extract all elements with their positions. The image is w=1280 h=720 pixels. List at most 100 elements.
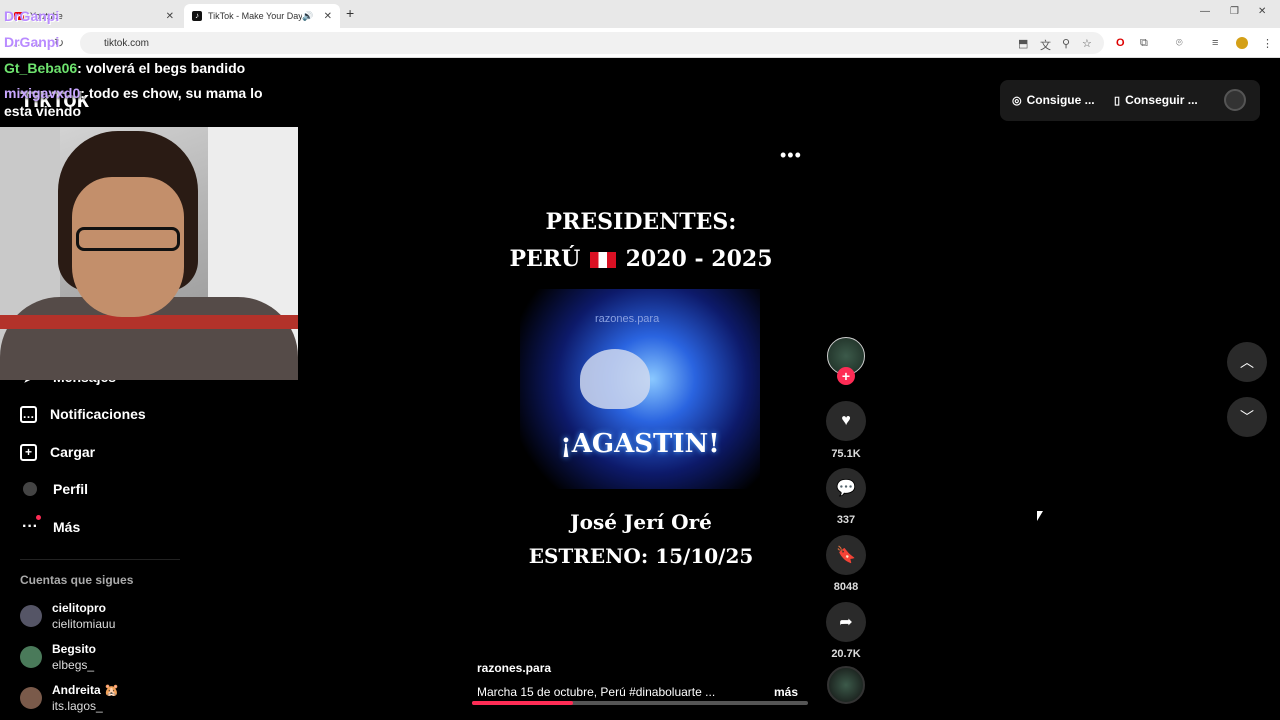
inbox-icon: … bbox=[20, 405, 37, 423]
speaker-icon[interactable]: 🔊 bbox=[302, 11, 313, 22]
video-player[interactable]: ••• PRESIDENTES: PERÚ 2020 - 2025 razone… bbox=[472, 145, 810, 705]
sidebar-item-cargar[interactable]: + Cargar bbox=[20, 440, 95, 464]
sidebar-item-label: Perfil bbox=[53, 481, 89, 497]
extensions-puzzle-icon[interactable]: ⧉ bbox=[1140, 37, 1148, 50]
tiktok-page: TikTok ➤ Mensajes … Notificaciones + Car… bbox=[0, 59, 1280, 720]
following-section-title: Cuentas que sigues bbox=[20, 573, 134, 587]
person-glasses bbox=[76, 227, 180, 251]
stream-overlay-name: DrGanpi bbox=[4, 8, 60, 24]
video-text: 2020 - 2025 bbox=[625, 246, 773, 272]
screenshot-icon[interactable]: ⌾ bbox=[1176, 37, 1183, 50]
more-dots-icon: ··· bbox=[20, 515, 41, 537]
sidebar-item-notificaciones[interactable]: … Notificaciones bbox=[20, 402, 146, 426]
avatar bbox=[20, 605, 42, 627]
like-button[interactable]: ♥ bbox=[826, 401, 866, 441]
kebab-menu-icon[interactable]: ⋮ bbox=[1262, 37, 1273, 50]
get-app-button[interactable]: ▯ Conseguir ... bbox=[1114, 93, 1198, 107]
avatar-icon bbox=[20, 479, 40, 499]
peru-flag-icon bbox=[589, 252, 616, 268]
character-figure bbox=[580, 349, 650, 409]
account-handle: its.lagos_ bbox=[52, 699, 103, 713]
caption-more-link[interactable]: más bbox=[774, 685, 798, 699]
media-controls-icon[interactable]: ≡ bbox=[1212, 37, 1218, 49]
mouse-cursor-icon bbox=[1037, 511, 1043, 521]
video-title-line3: José Jerí Oré bbox=[570, 510, 712, 534]
following-account[interactable]: Begsito elbegs_ bbox=[20, 641, 96, 673]
following-account[interactable]: Andreita 🐹 its.lagos_ bbox=[20, 682, 119, 714]
comment-button[interactable]: 💬 bbox=[826, 468, 866, 508]
webcam-feed bbox=[0, 127, 298, 380]
follow-plus-icon[interactable]: + bbox=[837, 367, 855, 385]
url-field[interactable]: tiktok.com bbox=[80, 32, 1104, 54]
save-count: 8048 bbox=[833, 581, 859, 593]
previous-video-button[interactable]: ︿ bbox=[1227, 342, 1267, 382]
share-count: 20.7K bbox=[831, 648, 861, 660]
video-progress-bar[interactable] bbox=[472, 701, 808, 705]
restore-icon[interactable]: ❐ bbox=[1230, 6, 1239, 17]
chat-message: Gt_Beba06: volverá el begs bandido bbox=[4, 59, 294, 77]
video-watermark: razones.para bbox=[595, 313, 660, 325]
account-handle: elbegs_ bbox=[52, 658, 95, 672]
tab-tiktok[interactable]: ♪ TikTok - Make Your Day 🔊 ✕ bbox=[184, 4, 340, 28]
get-coins-button[interactable]: ◎ Consigue ... bbox=[1012, 93, 1095, 107]
heart-icon: ♥ bbox=[841, 412, 851, 429]
video-title-line2: PERÚ 2020 - 2025 bbox=[472, 246, 810, 272]
profile-avatar[interactable] bbox=[1224, 89, 1246, 111]
more-options-icon[interactable]: ••• bbox=[780, 145, 802, 166]
sidebar-item-mas[interactable]: ··· Más bbox=[20, 515, 80, 539]
account-name: Andreita 🐹 bbox=[52, 683, 119, 697]
video-caption: Marcha 15 de octubre, Perú #dinaboluarte… bbox=[477, 685, 716, 699]
save-button[interactable]: 🔖 bbox=[826, 535, 866, 575]
chevron-up-icon: ︿ bbox=[1240, 354, 1254, 370]
video-image: razones.para ¡AGASTIN! bbox=[520, 289, 760, 489]
video-author[interactable]: razones.para bbox=[477, 661, 551, 675]
sidebar-item-label: Cargar bbox=[50, 444, 96, 460]
chat-username: Gt_Beba06 bbox=[4, 60, 78, 76]
zoom-icon[interactable]: ⚲ bbox=[1062, 37, 1070, 50]
chat-text: : volverá el begs bandido bbox=[77, 60, 246, 76]
video-image-text: ¡AGASTIN! bbox=[560, 429, 720, 459]
tiktok-favicon-icon: ♪ bbox=[192, 11, 202, 21]
minimize-icon[interactable]: — bbox=[1200, 6, 1210, 17]
like-count: 75.1K bbox=[831, 448, 861, 460]
plus-box-icon: + bbox=[20, 443, 37, 461]
button-label: Conseguir ... bbox=[1125, 93, 1198, 107]
share-arrow-icon: ➦ bbox=[839, 614, 853, 631]
following-account[interactable]: cielitopro cielitomiauu bbox=[20, 600, 115, 632]
avatar bbox=[20, 687, 42, 709]
sweater-stripe bbox=[0, 315, 298, 329]
account-name: Begsito bbox=[52, 642, 97, 656]
video-text: PERÚ bbox=[509, 246, 581, 272]
tab-title: TikTok - Make Your Day bbox=[208, 11, 303, 21]
close-icon[interactable]: ✕ bbox=[166, 11, 174, 22]
comment-count: 337 bbox=[836, 514, 856, 526]
music-disc-icon[interactable] bbox=[827, 666, 865, 704]
video-title-line4: ESTRENO: 15/10/25 bbox=[528, 544, 754, 568]
top-right-actions: ◎ Consigue ... ▯ Conseguir ... bbox=[1000, 80, 1260, 121]
chat-message: mixigavxd0: todo es chow, su mama lo est… bbox=[4, 84, 294, 120]
stream-overlay-name: DrGanpi bbox=[4, 34, 60, 50]
share-button[interactable]: ➦ bbox=[826, 602, 866, 642]
opera-extension-icon[interactable]: O bbox=[1116, 37, 1125, 49]
install-app-icon[interactable]: ⬒ bbox=[1018, 37, 1028, 50]
avatar bbox=[20, 646, 42, 668]
button-label: Consigue ... bbox=[1026, 93, 1095, 107]
sidebar-item-perfil[interactable]: Perfil bbox=[20, 477, 88, 501]
sidebar-item-label: Más bbox=[53, 519, 81, 535]
video-progress-fill bbox=[472, 701, 573, 705]
close-icon[interactable]: ✕ bbox=[324, 11, 332, 22]
phone-icon: ▯ bbox=[1114, 94, 1121, 107]
coin-icon: ◎ bbox=[1012, 94, 1022, 107]
profile-avatar-icon[interactable] bbox=[1236, 37, 1248, 49]
sidebar-divider bbox=[20, 559, 180, 560]
new-tab-button[interactable]: + bbox=[346, 5, 354, 21]
account-handle: cielitomiauu bbox=[52, 617, 116, 631]
sidebar-item-label: Notificaciones bbox=[50, 406, 146, 422]
translate-icon[interactable]: 文 bbox=[1040, 37, 1051, 53]
window-close-icon[interactable]: ✕ bbox=[1258, 6, 1266, 17]
url-text: tiktok.com bbox=[104, 37, 150, 49]
chat-username: mixigavxd0 bbox=[4, 85, 81, 101]
next-video-button[interactable]: ﹀ bbox=[1227, 397, 1267, 437]
comment-icon: 💬 bbox=[836, 480, 856, 497]
bookmark-star-icon[interactable]: ☆ bbox=[1082, 37, 1092, 50]
